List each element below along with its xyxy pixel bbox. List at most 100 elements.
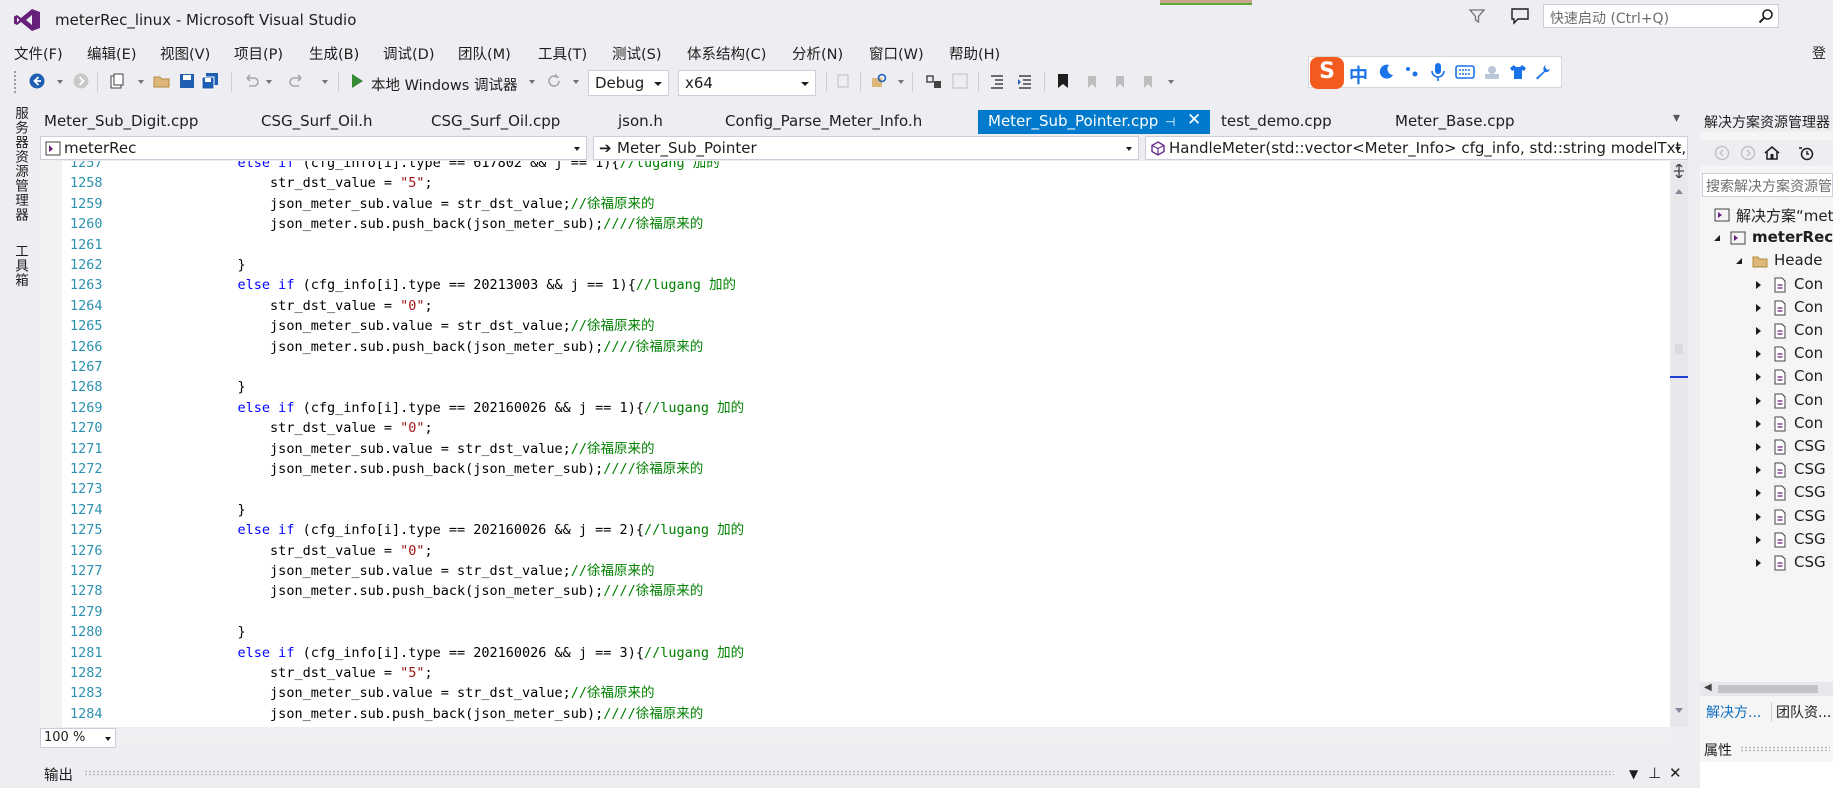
code-line[interactable]: 1261 — [40, 235, 1670, 255]
outdent-icon[interactable] — [988, 72, 1006, 90]
platform-select[interactable]: x64 — [678, 70, 816, 96]
find-dropdown-icon[interactable] — [898, 80, 904, 84]
start-debugging-icon[interactable] — [348, 72, 366, 90]
code-line[interactable]: 1260 json_meter.sub.push_back(json_meter… — [40, 214, 1670, 234]
menu-help[interactable]: 帮助(H) — [949, 43, 1000, 64]
code-line[interactable]: 1258 str_dst_value = "5"; — [40, 173, 1670, 193]
punctuation-icon[interactable] — [1403, 63, 1421, 81]
code-line[interactable]: 1269 else if (cfg_info[i].type == 202160… — [40, 398, 1670, 418]
save-all-icon[interactable] — [201, 72, 219, 90]
menu-test[interactable]: 测试(S) — [612, 43, 662, 64]
code-line[interactable]: 1270 str_dst_value = "0"; — [40, 418, 1670, 438]
toolbox-tab[interactable]: 工具箱 — [10, 244, 30, 288]
menu-build[interactable]: 生成(B) — [309, 43, 359, 64]
menu-team[interactable]: 团队(M) — [458, 43, 511, 64]
history-icon[interactable] — [1798, 145, 1814, 161]
code-line[interactable]: 1280 } — [40, 622, 1670, 642]
pin-icon[interactable]: ⊥ — [1648, 764, 1661, 782]
menu-debug[interactable]: 调试(D) — [383, 43, 434, 64]
sogou-logo-icon[interactable]: S — [1310, 57, 1344, 89]
menu-project[interactable]: 项目(P) — [234, 43, 283, 64]
editor-horizontal-scrollbar[interactable] — [118, 730, 1670, 746]
open-folder-icon[interactable] — [153, 72, 171, 90]
clear-bookmarks-icon[interactable] — [1138, 72, 1156, 90]
sign-in-link[interactable]: 登 — [1812, 43, 1826, 63]
code-line[interactable]: 1279 — [40, 602, 1670, 622]
code-line[interactable]: 1271 json_meter_sub.value = str_dst_valu… — [40, 439, 1670, 459]
close-icon[interactable]: ✕ — [1187, 110, 1201, 130]
chevron-right-icon[interactable] — [1756, 350, 1761, 359]
chevron-right-icon[interactable] — [1756, 280, 1761, 289]
indent-icon[interactable] — [1016, 72, 1034, 90]
code-line[interactable]: 1257 else if (cfg_info[i].type == 617802… — [40, 161, 1670, 173]
project-select[interactable]: meterRec — [40, 136, 587, 160]
code-line[interactable]: 1278 json_meter.sub.push_back(json_meter… — [40, 581, 1670, 601]
solution-icon[interactable] — [925, 72, 943, 90]
code-line[interactable]: 1262 } — [40, 255, 1670, 275]
redo-dropdown-icon[interactable] — [322, 80, 328, 84]
chevron-right-icon[interactable] — [1756, 466, 1761, 475]
code-line[interactable]: 1283 json_meter_sub.value = str_dst_valu… — [40, 683, 1670, 703]
code-line[interactable]: 1284 json_meter.sub.push_back(json_meter… — [40, 704, 1670, 724]
configuration-select[interactable]: Debug — [588, 70, 669, 96]
scope-select[interactable]: ➔ Meter_Sub_Pointer — [593, 136, 1139, 160]
tab-overflow-icon[interactable]: ▾ — [1673, 110, 1680, 126]
code-line[interactable]: 1264 str_dst_value = "0"; — [40, 296, 1670, 316]
back-icon[interactable] — [1714, 145, 1730, 161]
solution-search-input[interactable]: 搜索解决方案资源管理器 — [1702, 173, 1833, 197]
forward-icon[interactable] — [72, 72, 90, 90]
save-icon[interactable] — [178, 72, 196, 90]
menu-architecture[interactable]: 体系结构(C) — [687, 43, 766, 64]
code-line[interactable]: 1281 else if (cfg_info[i].type == 202160… — [40, 643, 1670, 663]
wrench-icon[interactable] — [1534, 63, 1552, 81]
code-editor[interactable]: 1257 else if (cfg_info[i].type == 617802… — [40, 161, 1670, 727]
chevron-right-icon[interactable] — [1756, 373, 1761, 382]
microphone-icon[interactable] — [1429, 62, 1447, 82]
search-icon[interactable] — [1758, 8, 1774, 24]
tab-solution-explorer[interactable]: 解决方... — [1706, 702, 1761, 722]
ime-mode-toggle[interactable]: 中 — [1349, 61, 1368, 88]
code-line[interactable]: 1267 — [40, 357, 1670, 377]
tab-test-demo[interactable]: test_demo.cpp — [1211, 110, 1385, 134]
tab-json-h[interactable]: json.h — [608, 110, 714, 134]
undo-icon[interactable] — [242, 72, 260, 90]
zoom-select[interactable]: 100 % — [40, 728, 116, 748]
output-dropdown-icon[interactable]: ▼ — [1629, 767, 1638, 781]
code-line[interactable]: 1282 str_dst_value = "5"; — [40, 663, 1670, 683]
feedback-icon[interactable] — [1510, 7, 1530, 25]
toolbar-overflow-icon[interactable] — [1168, 80, 1174, 84]
menu-file[interactable]: 文件(F) — [14, 43, 63, 64]
editor-vertical-scrollbar[interactable] — [1670, 161, 1688, 727]
previous-bookmark-icon[interactable] — [1082, 72, 1100, 90]
solution-horizontal-scrollbar[interactable]: ◀ — [1700, 682, 1833, 696]
member-select[interactable]: HandleMeter(std::vector<Meter_Info> cfg_… — [1145, 136, 1688, 160]
code-line[interactable]: 1276 str_dst_value = "0"; — [40, 541, 1670, 561]
next-bookmark-icon[interactable] — [1110, 72, 1128, 90]
pin-icon[interactable]: ⊣ — [1165, 115, 1175, 129]
redo-icon[interactable] — [288, 72, 306, 90]
code-line[interactable]: 1259 json_meter_sub.value = str_dst_valu… — [40, 194, 1670, 214]
class-view-icon[interactable] — [951, 72, 969, 90]
forward-icon[interactable] — [1740, 145, 1756, 161]
home-icon[interactable] — [1764, 145, 1780, 161]
chevron-right-icon[interactable] — [1756, 512, 1761, 521]
scrollbar-thumb[interactable] — [1718, 685, 1818, 693]
code-line[interactable]: 1272 json_meter.sub.push_back(json_meter… — [40, 459, 1670, 479]
tab-config-parse-meter-info[interactable]: Config_Parse_Meter_Info.h — [715, 110, 1012, 134]
chevron-right-icon[interactable] — [1756, 303, 1761, 312]
scroll-up-icon[interactable] — [1675, 189, 1683, 194]
keyboard-icon[interactable] — [1455, 64, 1475, 80]
back-icon[interactable] — [28, 72, 46, 90]
code-line[interactable]: 1268 } — [40, 377, 1670, 397]
refresh-icon[interactable] — [545, 72, 563, 90]
tab-meter-sub-pointer[interactable]: Meter_Sub_Pointer.cpp ⊣ ✕ — [978, 110, 1210, 134]
toolbar-grip[interactable] — [13, 70, 17, 94]
code-line[interactable]: 1266 json_meter.sub.push_back(json_meter… — [40, 337, 1670, 357]
find-in-files-icon[interactable] — [870, 72, 888, 90]
code-line[interactable]: 1285 — [40, 724, 1670, 727]
undo-dropdown-icon[interactable] — [266, 80, 272, 84]
close-icon[interactable]: ✕ — [1669, 764, 1682, 782]
start-debugging-button[interactable]: 本地 Windows 调试器 — [371, 74, 517, 95]
code-line[interactable]: 1274 } — [40, 500, 1670, 520]
expanded-arrow-icon[interactable] — [1736, 258, 1742, 265]
